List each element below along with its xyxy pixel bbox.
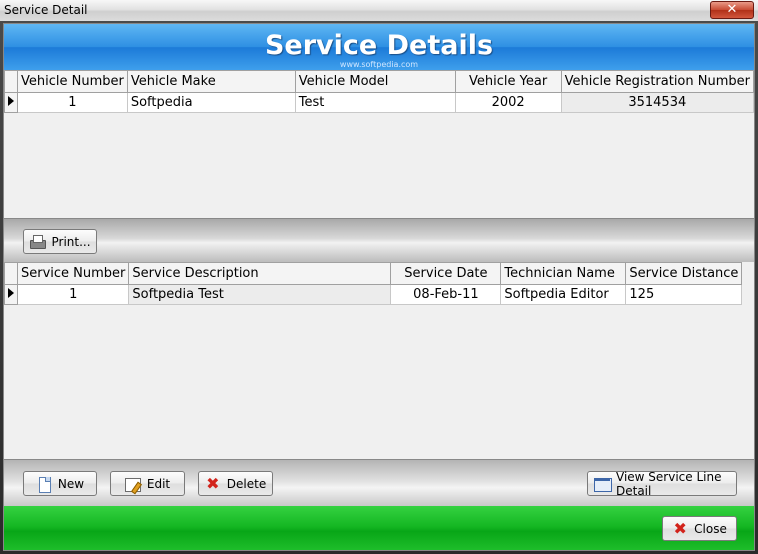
column-header-service-number[interactable]: Service Number (16, 262, 130, 285)
new-button-label: New (57, 476, 85, 491)
cell-service-number[interactable]: 1 (16, 284, 130, 305)
delete-button[interactable]: ✖ Delete (198, 471, 273, 496)
cell-service-description[interactable]: Softpedia Test (128, 284, 392, 305)
print-button-label: Print... (51, 234, 91, 249)
view-service-line-detail-button[interactable]: View Service Line Detail (587, 469, 737, 498)
service-grid[interactable]: Service Number Service Description Servi… (4, 262, 754, 460)
edit-pencil-icon (124, 476, 141, 492)
service-header-row: Service Number Service Description Servi… (4, 262, 743, 285)
new-button[interactable]: New (23, 471, 97, 496)
print-button[interactable]: Print... (23, 229, 97, 254)
row-selector[interactable] (4, 92, 18, 113)
title-bar[interactable]: Service Detail ✕ (0, 0, 758, 21)
current-row-arrow-icon (8, 96, 14, 106)
service-table: Service Number Service Description Servi… (4, 262, 743, 305)
column-header-service-distance[interactable]: Service Distance (625, 262, 743, 285)
window-title: Service Detail (4, 3, 88, 17)
cell-vehicle-model[interactable]: Test (294, 92, 456, 113)
print-toolbar: Print... (4, 219, 754, 262)
close-button[interactable]: ✖ Close (662, 516, 737, 541)
edit-button[interactable]: Edit (110, 471, 185, 496)
edit-button-label: Edit (146, 476, 171, 491)
current-row-arrow-icon (8, 288, 14, 298)
column-header-service-description[interactable]: Service Description (128, 262, 392, 285)
calendar-grid-icon (594, 476, 612, 492)
cell-service-date[interactable]: 08-Feb-11 (390, 284, 502, 305)
delete-button-label: Delete (226, 476, 267, 491)
vehicle-table: Vehicle Number Vehicle Make Vehicle Mode… (4, 70, 754, 113)
client-area: Service Details www.softpedia.com Vehicl… (3, 23, 755, 551)
window-close-button[interactable]: ✕ (710, 1, 754, 19)
close-button-label: Close (694, 521, 727, 536)
row-header-corner (4, 70, 18, 93)
column-header-vehicle-make[interactable]: Vehicle Make (126, 70, 296, 93)
table-row[interactable]: 1 Softpedia Test 08-Feb-11 Softpedia Edi… (4, 284, 743, 305)
action-toolbar: New Edit ✖ Delete View Service Line Deta… (4, 460, 754, 506)
table-row[interactable]: 1 Softpedia Test 2002 3514534 (4, 92, 754, 113)
close-x-icon: ✖ (673, 518, 687, 538)
watermark: www.softpedia.com (339, 60, 419, 69)
delete-x-icon: ✖ (206, 473, 220, 493)
column-header-service-date[interactable]: Service Date (390, 262, 502, 285)
window: Service Detail ✕ Service Details www.sof… (0, 0, 758, 554)
vehicle-grid[interactable]: Vehicle Number Vehicle Make Vehicle Mode… (4, 70, 754, 219)
column-header-technician-name[interactable]: Technician Name (500, 262, 627, 285)
column-header-vehicle-model[interactable]: Vehicle Model (294, 70, 456, 93)
printer-icon (29, 234, 47, 250)
cell-vehicle-year[interactable]: 2002 (454, 92, 562, 113)
view-service-line-detail-label: View Service Line Detail (616, 469, 722, 498)
cell-technician-name[interactable]: Softpedia Editor (500, 284, 627, 305)
vehicle-header-row: Vehicle Number Vehicle Make Vehicle Mode… (4, 70, 754, 93)
cell-vehicle-number[interactable]: 1 (16, 92, 128, 113)
cell-vehicle-registration[interactable]: 3514534 (560, 92, 754, 113)
footer-band: ✖ Close (4, 506, 754, 550)
column-header-vehicle-year[interactable]: Vehicle Year (454, 70, 562, 93)
row-selector[interactable] (4, 284, 18, 305)
page-title: Service Details (264, 30, 494, 61)
cell-vehicle-make[interactable]: Softpedia (126, 92, 296, 113)
row-header-corner (4, 262, 18, 285)
cell-service-distance[interactable]: 125 (625, 284, 743, 305)
new-document-icon (36, 476, 52, 493)
column-header-vehicle-registration[interactable]: Vehicle Registration Number (560, 70, 754, 93)
column-header-vehicle-number[interactable]: Vehicle Number (16, 70, 128, 93)
header-band: Service Details www.softpedia.com (4, 24, 754, 70)
